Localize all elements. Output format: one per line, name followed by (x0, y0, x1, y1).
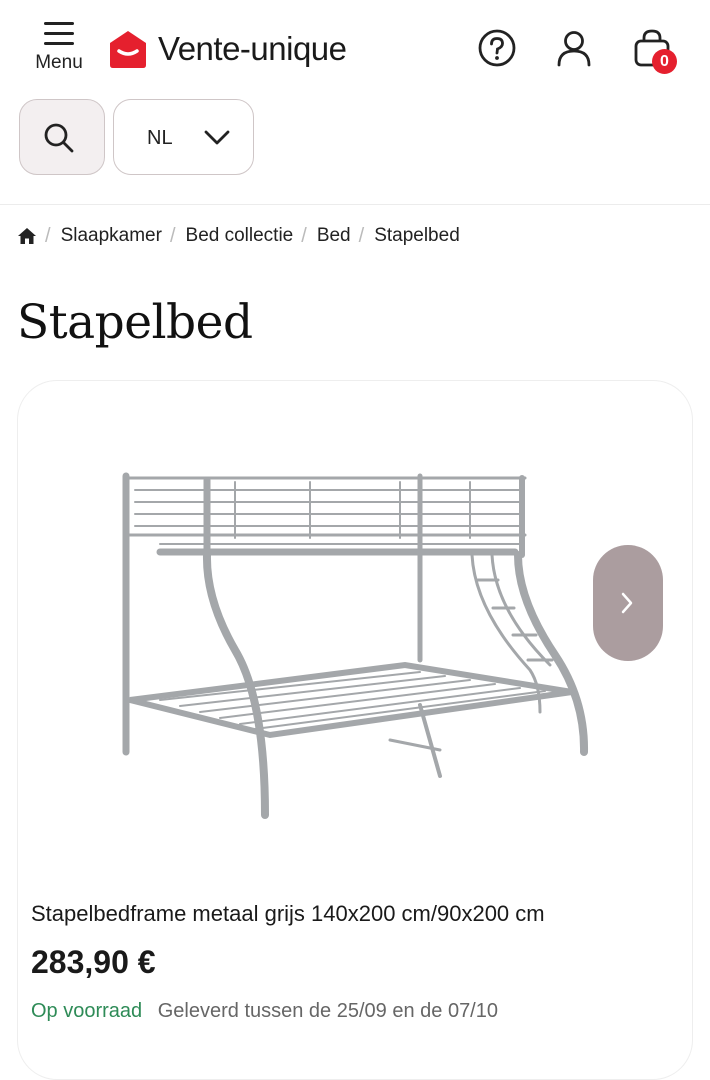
logo-text: Vente-unique (158, 30, 347, 67)
product-image[interactable] (100, 460, 600, 830)
help-icon (478, 29, 516, 67)
stock-status: Op voorraad (31, 1000, 143, 1022)
search-button[interactable] (19, 99, 105, 175)
product-price: 283,90 € (31, 944, 156, 980)
breadcrumb-separator: / (45, 224, 51, 247)
chevron-down-icon (204, 130, 230, 145)
menu-label: Menu (35, 52, 83, 73)
language-code: NL (147, 127, 173, 149)
delivery-estimate: Geleverd tussen de 25/09 en de 07/10 (157, 1000, 498, 1022)
availability-line: Op voorraad Geleverd tussen de 25/09 en … (31, 1000, 498, 1023)
page-title: Stapelbed (17, 295, 253, 350)
house-logo-icon (110, 31, 146, 68)
chevron-right-icon (621, 592, 633, 614)
breadcrumb-separator: / (169, 224, 176, 247)
account-button[interactable] (554, 28, 594, 68)
cart-count-badge: 0 (652, 49, 677, 74)
help-button[interactable] (477, 28, 517, 68)
breadcrumb-bed-collectie[interactable]: Bed collectie (186, 225, 294, 247)
product-name[interactable]: Stapelbedframe metaal grijs 140x200 cm/9… (31, 901, 545, 927)
breadcrumb: / Slaapkamer / Bed collectie / Bed / Sta… (17, 222, 460, 250)
account-icon (557, 31, 591, 67)
header-divider (0, 204, 710, 205)
breadcrumb-slaapkamer[interactable]: Slaapkamer (61, 225, 162, 247)
site-logo[interactable]: Vente-unique (108, 26, 347, 72)
menu-button[interactable]: Menu (28, 18, 90, 82)
menu-icon (44, 22, 74, 45)
site-header: Menu Vente-unique 0 (0, 0, 710, 96)
language-select[interactable]: NL (113, 99, 254, 175)
breadcrumb-stapelbed[interactable]: Stapelbed (374, 225, 460, 247)
home-icon[interactable] (17, 227, 37, 245)
breadcrumb-separator: / (301, 224, 307, 247)
search-icon (44, 123, 74, 153)
breadcrumb-bed[interactable]: Bed (317, 225, 351, 247)
breadcrumb-separator: / (358, 224, 365, 247)
image-next-button[interactable] (593, 545, 663, 661)
